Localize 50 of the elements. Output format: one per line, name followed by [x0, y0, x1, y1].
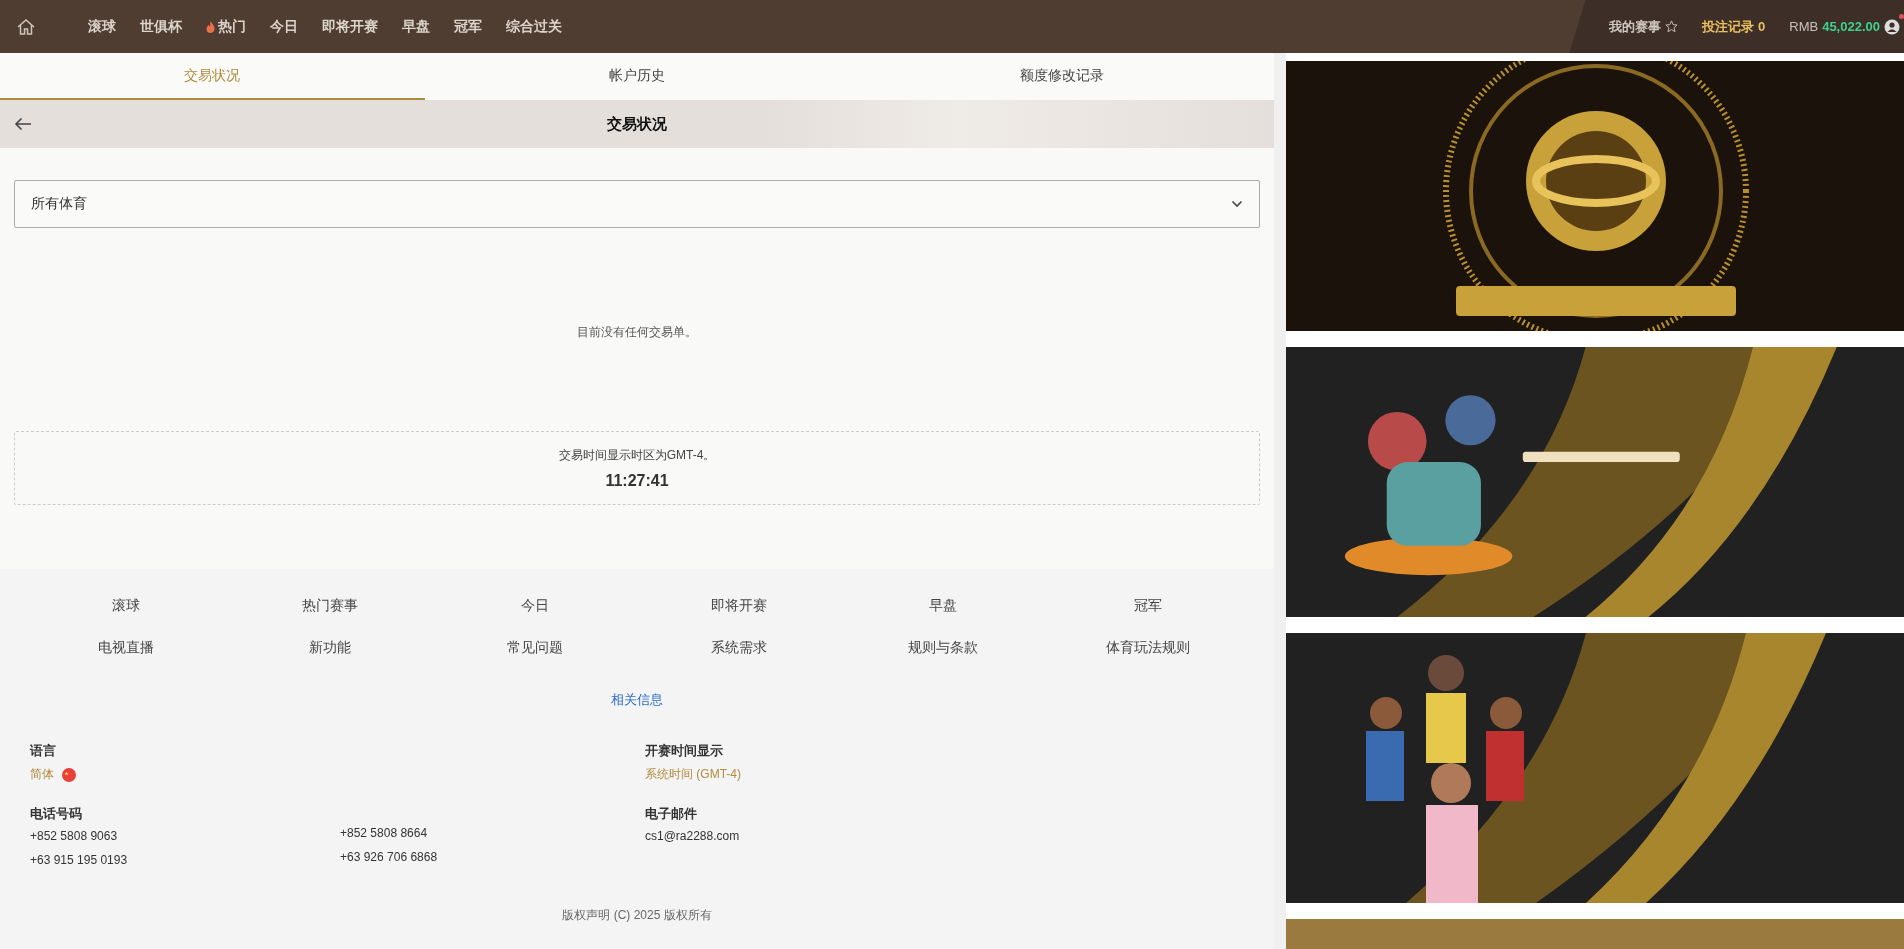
nav-item[interactable]: 今日	[258, 17, 310, 36]
phone-number: +63 926 706 6868	[340, 850, 439, 864]
footer-link[interactable]: 系统需求	[711, 639, 768, 657]
tab[interactable]: 帐户历史	[424, 53, 850, 100]
footer-link[interactable]: 体育玩法规则	[1105, 639, 1190, 657]
empty-message: 目前没有任何交易单。	[577, 325, 697, 339]
email-address: cs1@ra2288.com	[645, 829, 741, 843]
bet-record-button[interactable]: 投注记录 0	[1702, 17, 1766, 36]
currency-label: RMB	[1789, 19, 1819, 34]
chevron-down-icon	[1231, 200, 1243, 208]
my-events-button[interactable]: 我的赛事	[1609, 17, 1679, 36]
nav-item[interactable]: 冠军	[442, 17, 494, 36]
phone-number: +852 5808 9063	[30, 829, 119, 843]
tab[interactable]: 额度修改记录	[849, 53, 1274, 100]
flag-icon	[62, 767, 76, 782]
language-label: 语言	[30, 742, 57, 760]
footer-link[interactable]: 热门赛事	[302, 597, 359, 615]
footer-link[interactable]: 滚球	[112, 597, 141, 615]
nav-item[interactable]: 即将开赛	[310, 17, 390, 36]
home-icon[interactable]	[16, 16, 36, 37]
footer-link[interactable]: 即将开赛	[711, 597, 768, 615]
balance-amount: 45,022.00	[1822, 19, 1880, 34]
footer-link[interactable]: 规则与条款	[908, 639, 979, 657]
flame-icon	[206, 20, 215, 33]
nav-item[interactable]: 热门	[194, 17, 258, 36]
nav-item[interactable]: 综合过关	[494, 17, 574, 36]
timezone-note: 交易时间显示时区为GMT-4。	[558, 446, 716, 464]
related-info-link[interactable]: 相关信息	[605, 691, 669, 710]
scrollbar[interactable]	[1274, 53, 1286, 949]
phone-label: 电话号码	[30, 805, 83, 823]
nav-item[interactable]: 早盘	[390, 17, 442, 36]
footer-link[interactable]: 新功能	[309, 639, 352, 657]
time-display-label: 开赛时间显示	[645, 742, 724, 760]
email-label: 电子邮件	[645, 805, 698, 823]
phone-number: +63 915 195 0193	[30, 853, 129, 867]
clock-time: 11:27:41	[605, 471, 669, 490]
avatar-icon[interactable]	[1884, 18, 1900, 35]
phone-number: +852 5808 8664	[340, 826, 429, 840]
footer-link[interactable]: 早盘	[929, 597, 958, 615]
footer-link[interactable]: 电视直播	[98, 639, 155, 657]
sport-select[interactable]: 所有体育	[14, 180, 1260, 228]
footer-link[interactable]: 冠军	[1133, 597, 1162, 615]
nav-item[interactable]: 滚球	[76, 17, 128, 36]
footer-link[interactable]: 常见问题	[506, 639, 563, 657]
nav-item[interactable]: 世俱杯	[128, 17, 194, 36]
back-arrow-icon[interactable]	[14, 117, 32, 131]
star-icon	[1665, 20, 1679, 33]
page-title: 交易状况	[607, 114, 667, 132]
copyright-text: 版权声明 (C) 2025 版权所有	[562, 908, 712, 922]
footer-link[interactable]: 今日	[520, 597, 549, 615]
